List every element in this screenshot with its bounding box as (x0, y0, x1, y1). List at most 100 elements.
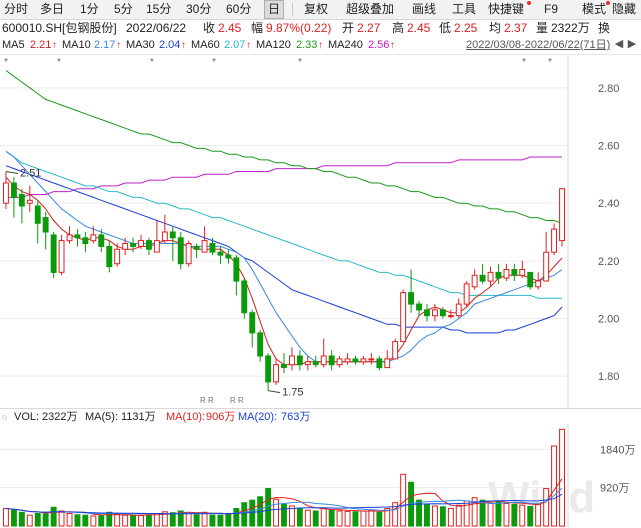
vol-ma5-value: 1131万 (121, 411, 156, 423)
candle (296, 350, 303, 371)
candle (384, 350, 391, 369)
candle (66, 226, 73, 244)
shortcut-key-button[interactable]: 快捷键 (488, 2, 524, 17)
tab-multi-day[interactable]: 多日 (40, 2, 64, 17)
adjust-price-button[interactable]: 复权 (304, 2, 328, 17)
candle (463, 281, 470, 307)
price-tick-label: 2.20 (598, 256, 619, 268)
candle (82, 232, 89, 253)
ma30-value: 2.04 (159, 39, 181, 51)
candle-body-down (249, 312, 256, 334)
tools-button[interactable]: 工具 (452, 2, 476, 17)
avg-value: 2.37 (504, 21, 528, 35)
volume-bar-up (368, 509, 375, 527)
candle-body-down (257, 332, 264, 357)
candle-body-down (217, 251, 224, 256)
volume-bar-down (130, 515, 137, 527)
tab-30min[interactable]: 30分 (186, 2, 211, 17)
candle (185, 240, 192, 267)
candle (320, 338, 327, 368)
candle-body-up (336, 358, 343, 366)
candle (368, 353, 375, 365)
candle-body-down (312, 361, 319, 366)
date-range[interactable]: 2022/03/08-2022/06/22(71日) (466, 39, 610, 52)
volume-bar-up (455, 504, 462, 527)
event-marker-icon: * (522, 57, 526, 68)
rights-marker: R R (200, 396, 214, 405)
tab-daily[interactable]: 日 (264, 0, 285, 19)
volume-bar-up (3, 508, 9, 527)
candle (503, 263, 510, 282)
candle (289, 347, 295, 371)
candle-body-down (424, 309, 430, 317)
tab-1min[interactable]: 1分 (80, 2, 99, 17)
ma240-label: MA240 (328, 39, 363, 51)
volume-bar-up (336, 510, 343, 527)
price-chart[interactable]: 1.80 2.00 2.20 2.40 2.60 2.80 * * * * * * * 2.51 1.75 R… (0, 55, 641, 408)
ma10-value: 2.17 (94, 39, 116, 51)
volume-bar-up (90, 515, 97, 527)
super-overlay-button[interactable]: 超级叠加 (346, 2, 394, 17)
candle (328, 350, 335, 371)
f9-button[interactable]: F9 (544, 2, 558, 17)
candle-body-up (463, 283, 470, 305)
event-marker-icon: * (4, 57, 8, 68)
candle-body-down (74, 234, 81, 239)
volume-bar-up (535, 503, 542, 527)
toolbar-divider (292, 3, 293, 16)
tab-timeshare[interactable]: 分时 (4, 2, 28, 17)
candle (58, 234, 65, 276)
volume-chart[interactable]: Wind 920万1840万 (0, 424, 641, 528)
tab-5min[interactable]: 5分 (114, 2, 133, 17)
volume-bar-down (50, 506, 57, 527)
candle-body-up (273, 364, 280, 383)
candle (495, 263, 502, 284)
candle-body-up (559, 188, 565, 242)
ma120-label: MA120 (256, 39, 291, 51)
volume-bar-down (312, 510, 319, 527)
tab-60min[interactable]: 60分 (226, 2, 251, 17)
change-label: 幅 (251, 21, 264, 35)
quote-info-bar: 600010.SH[包钢股份] 2022/06/22 收 2.45 幅 9.87… (0, 19, 641, 37)
candle (201, 226, 208, 253)
candle (233, 255, 240, 296)
candle-body-down (50, 234, 57, 273)
volume-bar-up (185, 513, 192, 527)
volume-bar-up (503, 503, 510, 527)
candle-body-up (551, 228, 557, 253)
candle (527, 271, 534, 290)
ma120-up-arrow-icon: ↑ (318, 40, 323, 51)
scroll-right-icon[interactable]: ▶ (626, 38, 638, 52)
candle (106, 240, 113, 273)
event-marker-icon: * (212, 57, 216, 68)
candle (487, 266, 494, 287)
volume-bar-up (360, 510, 367, 527)
volume-bar-up (320, 508, 327, 527)
candle-body-down (130, 243, 137, 247)
candle (11, 177, 17, 218)
candle (177, 232, 184, 270)
candle (439, 306, 446, 319)
volume-bar-down (376, 511, 383, 527)
volume-panel-icon[interactable]: ○ (2, 411, 7, 424)
vol-ma10-label: MA(10): (166, 411, 206, 423)
ma-line-ma10 (5, 150, 563, 363)
open-value: 2.27 (357, 21, 381, 35)
candle-body-up (543, 251, 550, 282)
tab-15min[interactable]: 15分 (146, 2, 171, 17)
volume-bar-down (193, 514, 200, 527)
volume-tick-label: 1840万 (600, 444, 635, 456)
ma60-label: MA60 (191, 39, 220, 51)
volume-bar-down (98, 515, 105, 527)
mode-button[interactable]: 模式 (582, 2, 606, 17)
candle-body-up (519, 269, 526, 276)
quote-date: 2022/06/22 (126, 21, 187, 35)
vol-ma20-label: MA(20): (238, 411, 278, 423)
hide-button[interactable]: 隐藏 (612, 2, 636, 17)
high-label: 高 (392, 21, 405, 35)
ma30-up-arrow-icon: ↑ (181, 40, 186, 51)
draw-line-button[interactable]: 画线 (412, 2, 436, 17)
scroll-left-icon[interactable]: ◀ (613, 38, 625, 52)
candle (42, 211, 49, 250)
volume-bar-down (18, 511, 25, 527)
